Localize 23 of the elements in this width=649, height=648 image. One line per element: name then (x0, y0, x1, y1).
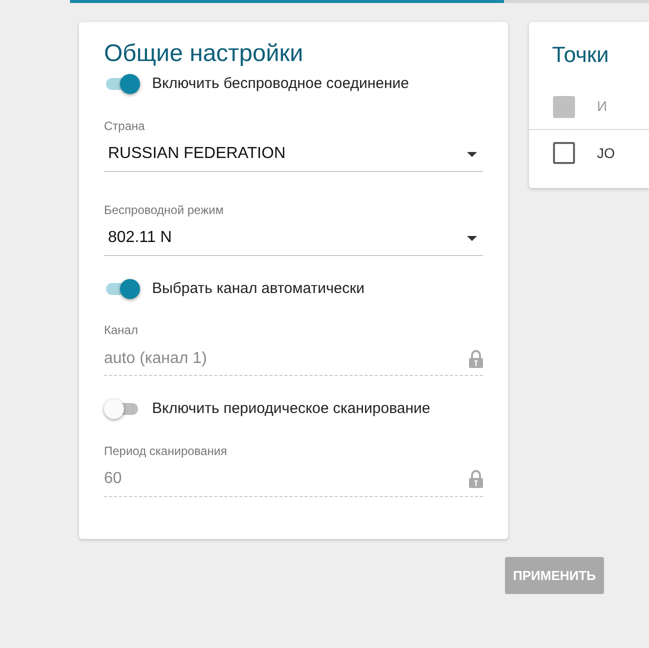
toggle-label: Включить беспроводное соединение (152, 74, 410, 94)
column-header: И (597, 97, 608, 116)
toggle-label: Выбрать канал автоматически (152, 278, 365, 298)
field-label: Беспроводной режим (104, 202, 224, 218)
field-label: Страна (104, 118, 145, 134)
field-label: Канал (104, 322, 138, 339)
toggle-label: Включить периодическое сканирование (152, 399, 430, 419)
lock-icon (469, 470, 483, 488)
toggle-switch[interactable] (104, 278, 140, 300)
dropdown-field[interactable]: RUSSIAN FEDERATION (104, 138, 483, 172)
section-title: Общие настройки (104, 40, 304, 69)
lock-icon (469, 350, 483, 368)
readonly-field: 60 (104, 462, 483, 496)
caret-icon (467, 152, 477, 156)
toggle-switch[interactable] (104, 73, 140, 96)
dropdown-field[interactable]: 802.11 N (104, 222, 483, 256)
table-cell-text: JO (597, 144, 615, 162)
row-checkbox[interactable] (553, 142, 575, 164)
readonly-field: auto (канал 1) (104, 342, 483, 376)
caret-icon (467, 236, 477, 240)
section-title: Точки (552, 42, 609, 68)
toggle-switch[interactable] (104, 398, 140, 420)
field-label: Период сканирования (104, 442, 228, 460)
